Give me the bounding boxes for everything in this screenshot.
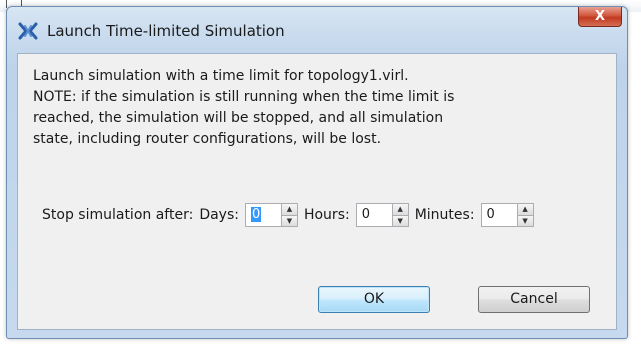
days-value: 0: [250, 207, 262, 222]
arrow-up-icon: ▲: [286, 205, 293, 214]
minutes-increment-button[interactable]: ▲: [517, 204, 533, 216]
hours-input[interactable]: 0: [355, 203, 392, 227]
days-increment-button[interactable]: ▲: [281, 204, 297, 216]
dialog-content: Launch simulation with a time limit for …: [17, 53, 617, 330]
message-line: NOTE: if the simulation is still running…: [33, 89, 455, 105]
arrow-down-icon: ▼: [397, 216, 403, 225]
ok-button[interactable]: OK: [318, 286, 430, 313]
hours-decrement-button[interactable]: ▼: [392, 215, 408, 226]
minutes-label: Minutes:: [414, 207, 475, 223]
message-line: reached, the simulation will be stopped,…: [33, 110, 444, 126]
close-button[interactable]: X: [578, 7, 622, 27]
hours-value: 0: [361, 207, 370, 222]
virl-logo-icon: [18, 22, 38, 40]
launch-simulation-dialog: Launch Time-limited Simulation X Launch …: [6, 6, 628, 339]
minutes-decrement-button[interactable]: ▼: [517, 215, 533, 226]
days-spinner: 0 ▲ ▼: [244, 203, 298, 227]
days-label: Days:: [199, 207, 239, 223]
close-icon: X: [594, 9, 606, 24]
dialog-message: Launch simulation with a time limit for …: [33, 66, 593, 150]
hours-spinner: 0 ▲ ▼: [355, 203, 409, 227]
hours-label: Hours:: [303, 207, 350, 223]
message-line: Launch simulation with a time limit for …: [33, 68, 409, 84]
hours-increment-button[interactable]: ▲: [392, 204, 408, 216]
arrow-up-icon: ▲: [397, 205, 403, 214]
dialog-titlebar[interactable]: Launch Time-limited Simulation X: [7, 7, 627, 53]
time-limit-row: Stop simulation after: Days: 0 ▲ ▼ Hours…: [42, 202, 540, 228]
minutes-spin-buttons: ▲ ▼: [516, 203, 534, 227]
arrow-up-icon: ▲: [522, 205, 528, 214]
minutes-input[interactable]: 0: [480, 203, 517, 227]
stop-after-label: Stop simulation after:: [42, 207, 194, 223]
days-decrement-button[interactable]: ▼: [281, 215, 297, 226]
days-spin-buttons: ▲ ▼: [280, 203, 298, 227]
minutes-spinner: 0 ▲ ▼: [480, 203, 534, 227]
arrow-down-icon: ▼: [522, 216, 528, 225]
days-input[interactable]: 0: [244, 203, 281, 227]
message-line: state, including router configurations, …: [33, 131, 382, 147]
cancel-button[interactable]: Cancel: [478, 286, 590, 313]
minutes-value: 0: [486, 207, 495, 222]
dialog-title: Launch Time-limited Simulation: [47, 22, 285, 40]
hours-spin-buttons: ▲ ▼: [391, 203, 409, 227]
arrow-down-icon: ▼: [286, 216, 293, 225]
